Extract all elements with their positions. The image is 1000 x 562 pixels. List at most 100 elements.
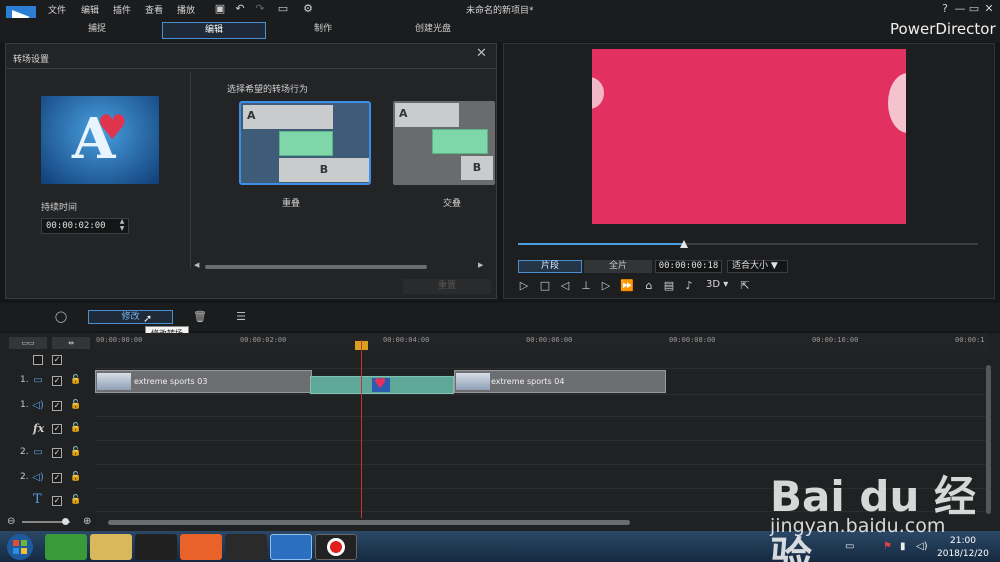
track-enable-checkbox[interactable]: ✓ xyxy=(52,448,62,458)
duration-spinner[interactable]: ▲ ▼ xyxy=(116,218,128,234)
seek-handle[interactable] xyxy=(680,240,688,248)
clip-b-block: B xyxy=(279,158,369,182)
record-icon[interactable] xyxy=(315,534,357,560)
close-window-button[interactable]: ✕ xyxy=(982,2,996,16)
taskbar-app-icon[interactable] xyxy=(45,534,87,560)
clip-mode-tab[interactable]: 片段 xyxy=(518,260,582,273)
save-icon[interactable]: ▣ xyxy=(213,2,227,16)
brand-title: PowerDirector xyxy=(890,20,996,38)
enable-all-checkbox[interactable]: ✓ xyxy=(52,355,62,365)
start-button[interactable] xyxy=(2,532,38,562)
modify-button[interactable]: 修改 xyxy=(88,310,173,324)
mode-bar xyxy=(0,18,1000,42)
scroll-right-icon[interactable]: ▶ xyxy=(478,261,483,269)
stop-icon[interactable]: □ xyxy=(538,279,552,293)
fast-forward-icon[interactable]: ⏩ xyxy=(620,279,634,293)
snapshot-icon[interactable]: ⌂ xyxy=(642,279,656,293)
tab-edit[interactable]: 编辑 xyxy=(162,22,266,39)
menu-play[interactable]: 播放 xyxy=(177,3,195,16)
tick-label: 00:00:1 xyxy=(955,336,985,344)
lock-icon[interactable]: 🔓 xyxy=(70,423,81,433)
help-button[interactable]: ? xyxy=(938,2,952,16)
menu-plugins[interactable]: 插件 xyxy=(113,3,131,16)
clip-label: extreme sports 03 xyxy=(134,377,208,386)
video-clip[interactable]: extreme sports 03 xyxy=(95,370,312,393)
movie-mode-tab[interactable]: 全片 xyxy=(584,260,652,273)
minimize-button[interactable]: — xyxy=(953,2,967,16)
menu-view[interactable]: 查看 xyxy=(145,3,163,16)
expand-icon[interactable]: ◯ xyxy=(54,310,68,324)
behavior-cross-option[interactable]: A B xyxy=(393,101,495,185)
3d-label: 3D xyxy=(706,279,721,290)
close-icon[interactable]: ✕ xyxy=(476,46,487,61)
scroll-left-icon[interactable]: ◀ xyxy=(194,261,199,269)
settings-gear-icon[interactable]: ⚙ xyxy=(301,2,315,16)
powerdirector-taskbar-icon[interactable] xyxy=(270,534,312,560)
video-app-icon[interactable] xyxy=(225,534,267,560)
behavior-prompt: 选择希望的转场行为 xyxy=(227,85,309,95)
track-number: 2. xyxy=(20,472,29,482)
transition-block xyxy=(279,131,333,156)
lock-icon[interactable]: 🔓 xyxy=(70,400,81,410)
subtitle-icon[interactable]: ▤ xyxy=(662,279,676,293)
behavior-overlap-option[interactable]: A B xyxy=(239,101,371,185)
track-divider xyxy=(95,440,988,441)
clip-a-block: A xyxy=(395,103,459,127)
clip-thumbnail xyxy=(97,373,131,390)
more-actions-icon[interactable]: ☰ xyxy=(234,310,248,324)
tab-capture[interactable]: 捕捉 xyxy=(45,22,149,39)
track-manager-icon[interactable]: ▭▭ xyxy=(9,337,47,349)
tab-create-disc[interactable]: 创建光盘 xyxy=(381,22,485,39)
scrollbar-thumb[interactable] xyxy=(205,265,427,269)
cross-label: 交叠 xyxy=(443,199,462,209)
clip-b-block: B xyxy=(461,156,493,180)
tick-label: 00:00:08:00 xyxy=(669,336,716,344)
tab-produce[interactable]: 制作 xyxy=(271,22,375,39)
select-all-checkbox[interactable] xyxy=(33,355,43,365)
previous-frame-icon[interactable]: ◁ xyxy=(558,279,572,293)
split-icon[interactable]: ⊥ xyxy=(579,279,593,293)
divider xyxy=(6,68,496,69)
track-enable-checkbox[interactable]: ✓ xyxy=(52,496,62,506)
file-explorer-icon[interactable] xyxy=(90,534,132,560)
audio-track-icon: ◁) xyxy=(32,472,44,483)
delete-icon[interactable]: 🗑 xyxy=(193,310,207,324)
fit-size-label: 适合大小 xyxy=(732,261,769,271)
fit-size-select[interactable]: 适合大小 ▼ xyxy=(727,260,788,273)
track-enable-checkbox[interactable]: ✓ xyxy=(52,401,62,411)
reset-button[interactable]: 重置 xyxy=(403,279,491,294)
zoom-out-icon[interactable]: ⊖ xyxy=(7,516,15,527)
timeline-scrollbar[interactable] xyxy=(108,520,630,525)
audio-track-icon: ◁) xyxy=(32,400,44,411)
fit-timeline-icon[interactable]: ⇹ xyxy=(52,337,90,349)
track-enable-checkbox[interactable]: ✓ xyxy=(52,424,62,434)
playhead-line xyxy=(361,340,362,518)
baidu-watermark: Bai du 经验 xyxy=(770,472,976,562)
volume-icon[interactable]: ♪ xyxy=(682,279,696,293)
redo-icon[interactable]: ↷ xyxy=(253,2,267,16)
track-number: 2. xyxy=(20,447,29,457)
menu-edit[interactable]: 编辑 xyxy=(81,3,99,16)
lock-icon[interactable]: 🔓 xyxy=(70,495,81,505)
zoom-slider-handle[interactable] xyxy=(62,518,69,525)
undock-icon[interactable]: ⇱ xyxy=(738,279,752,293)
fx-track-icon: fx xyxy=(33,422,45,435)
zoom-in-icon[interactable]: ⊕ xyxy=(83,516,91,527)
aspect-ratio-icon[interactable]: ▭ xyxy=(274,2,292,16)
lock-icon[interactable]: 🔓 xyxy=(70,447,81,457)
next-frame-icon[interactable]: ▷ xyxy=(599,279,613,293)
lock-icon[interactable]: 🔓 xyxy=(70,472,81,482)
track-enable-checkbox[interactable]: ✓ xyxy=(52,473,62,483)
track-enable-checkbox[interactable]: ✓ xyxy=(52,376,62,386)
lock-icon[interactable]: 🔓 xyxy=(70,375,81,385)
qq-icon[interactable] xyxy=(135,534,177,560)
restore-button[interactable]: ▭ xyxy=(967,2,981,16)
menu-file[interactable]: 文件 xyxy=(48,3,66,16)
firefox-icon[interactable] xyxy=(180,534,222,560)
video-clip[interactable]: extreme sports 04 xyxy=(454,370,666,393)
undo-icon[interactable]: ↶ xyxy=(233,2,247,16)
3d-mode-button[interactable]: 3D ▾ xyxy=(706,279,728,290)
play-icon[interactable]: ▷ xyxy=(517,279,531,293)
timecode-field[interactable]: 00:00:00:18 xyxy=(655,260,722,273)
project-title: 未命名的新项目* xyxy=(466,6,534,16)
